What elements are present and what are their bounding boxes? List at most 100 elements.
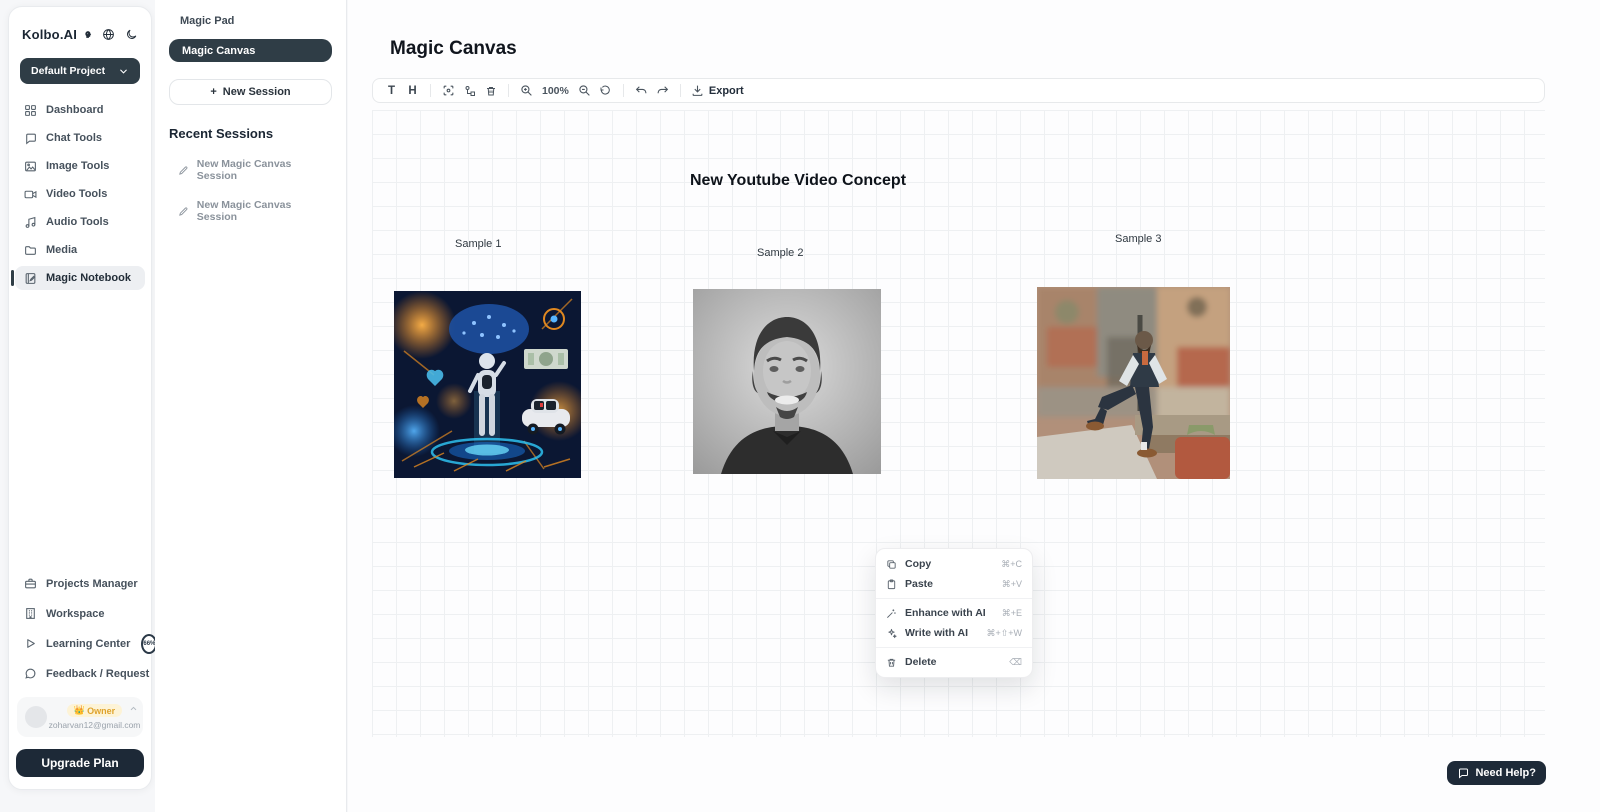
reset-view-button[interactable] bbox=[595, 81, 616, 100]
canvas-heading-text[interactable]: New Youtube Video Concept bbox=[690, 172, 906, 190]
menu-shortcut: ⌘+⇧+W bbox=[986, 628, 1022, 639]
clipboard-icon bbox=[886, 579, 897, 590]
new-session-label: New Session bbox=[223, 86, 291, 98]
help-chat-icon bbox=[1457, 767, 1469, 779]
avatar bbox=[25, 706, 47, 728]
crown-icon: 👑 bbox=[74, 705, 85, 716]
nav-label: Media bbox=[46, 244, 77, 256]
tab-magic-canvas[interactable]: Magic Canvas bbox=[169, 39, 332, 62]
nav-label: Dashboard bbox=[46, 104, 103, 116]
nav-label: Chat Tools bbox=[46, 132, 102, 144]
ai-select-tool-button[interactable] bbox=[438, 81, 459, 100]
notebook-pen-icon bbox=[24, 272, 37, 285]
upgrade-plan-button[interactable]: Upgrade Plan bbox=[16, 749, 144, 777]
heading-tool-button[interactable]: H bbox=[402, 81, 423, 100]
media-folder-icon bbox=[24, 244, 37, 257]
toolbar-divider bbox=[680, 84, 681, 97]
sidebar-item-video-tools[interactable]: Video Tools bbox=[15, 182, 145, 206]
need-help-button[interactable]: Need Help? bbox=[1447, 761, 1546, 785]
dark-mode-moon-icon[interactable] bbox=[125, 28, 138, 41]
sidebar-item-projects-manager[interactable]: Projects Manager bbox=[15, 572, 145, 595]
menu-label: Enhance with AI bbox=[905, 607, 986, 619]
sidebar-item-dashboard[interactable]: Dashboard bbox=[15, 98, 145, 122]
trash-icon bbox=[485, 85, 497, 97]
sample-image-3[interactable] bbox=[1037, 287, 1230, 479]
menu-label: Write with AI bbox=[905, 627, 968, 639]
active-indicator bbox=[11, 270, 14, 286]
user-email: zoharvan12@gmail.com bbox=[49, 720, 141, 730]
sidebar-item-magic-notebook[interactable]: Magic Notebook bbox=[15, 266, 145, 290]
nav-label: Workspace bbox=[46, 608, 105, 620]
sidebar-nav: Dashboard Chat Tools Image Tools Video T… bbox=[9, 98, 151, 290]
delete-tool-button[interactable] bbox=[480, 81, 501, 100]
download-icon bbox=[691, 84, 704, 97]
sidebar-item-feedback-request[interactable]: Feedback / Request bbox=[15, 662, 145, 685]
canvas-toolbar: T H 100% Export bbox=[372, 78, 1545, 103]
context-menu-enhance-with-ai[interactable]: Enhance with AI ⌘+E bbox=[876, 603, 1032, 623]
plus-icon: + bbox=[210, 86, 216, 98]
app-sidebar: Kolbo.AI Default Project Dashboard Chat … bbox=[8, 6, 152, 790]
canvas-grid[interactable]: New Youtube Video Concept Sample 1 Sampl… bbox=[372, 110, 1545, 737]
session-panel: Magic Pad Magic Canvas + New Session Rec… bbox=[155, 0, 347, 812]
sample-3-label[interactable]: Sample 3 bbox=[1115, 233, 1161, 245]
briefcase-icon bbox=[24, 577, 37, 590]
menu-label: Paste bbox=[905, 578, 933, 590]
session-name: New Magic Canvas Session bbox=[197, 199, 332, 223]
text-tool-button[interactable]: T bbox=[381, 81, 402, 100]
nav-label: Feedback / Request bbox=[46, 668, 149, 680]
redo-button[interactable] bbox=[652, 81, 673, 100]
sample-2-label[interactable]: Sample 2 bbox=[757, 247, 803, 259]
language-globe-icon[interactable] bbox=[102, 28, 115, 41]
undo-icon bbox=[635, 84, 648, 97]
nav-label: Magic Notebook bbox=[46, 272, 131, 284]
context-menu-copy[interactable]: Copy ⌘+C bbox=[876, 554, 1032, 574]
owner-badge-label: Owner bbox=[87, 706, 115, 716]
toolbar-divider bbox=[430, 84, 431, 97]
sparkles-icon bbox=[886, 628, 897, 639]
user-menu-caret-icon[interactable] bbox=[129, 704, 138, 713]
context-menu-paste[interactable]: Paste ⌘+V bbox=[876, 574, 1032, 594]
export-button[interactable]: Export bbox=[688, 81, 747, 100]
undo-button[interactable] bbox=[631, 81, 652, 100]
app-logo: Kolbo.AI bbox=[22, 27, 77, 42]
sample-image-2[interactable] bbox=[693, 289, 881, 474]
chat-icon bbox=[24, 132, 37, 145]
context-menu-write-with-ai[interactable]: Write with AI ⌘+⇧+W bbox=[876, 623, 1032, 643]
sidebar-item-chat-tools[interactable]: Chat Tools bbox=[15, 126, 145, 150]
sidebar-item-audio-tools[interactable]: Audio Tools bbox=[15, 210, 145, 234]
new-session-button[interactable]: + New Session bbox=[169, 79, 332, 105]
nav-label: Video Tools bbox=[46, 188, 107, 200]
sidebar-item-learning-center[interactable]: Learning Center 66% bbox=[15, 632, 145, 655]
context-menu-delete[interactable]: Delete ⌫ bbox=[876, 652, 1032, 672]
sample-image-1[interactable] bbox=[394, 291, 581, 478]
brain-head-icon bbox=[84, 27, 92, 42]
sidebar-item-media[interactable]: Media bbox=[15, 238, 145, 262]
menu-label: Delete bbox=[905, 656, 937, 668]
sidebar-item-image-tools[interactable]: Image Tools bbox=[15, 154, 145, 178]
toolbar-divider bbox=[508, 84, 509, 97]
zoom-out-button[interactable] bbox=[574, 81, 595, 100]
zoom-in-button[interactable] bbox=[516, 81, 537, 100]
nav-label: Learning Center bbox=[46, 638, 130, 650]
sample-1-label[interactable]: Sample 1 bbox=[455, 238, 501, 250]
zoom-out-icon bbox=[578, 84, 591, 97]
toolbar-divider bbox=[623, 84, 624, 97]
session-list-item[interactable]: New Magic Canvas Session bbox=[169, 158, 332, 182]
magic-wand-icon bbox=[886, 608, 897, 619]
menu-divider bbox=[876, 598, 1032, 599]
tab-magic-pad[interactable]: Magic Pad bbox=[169, 15, 332, 27]
rotate-icon bbox=[599, 85, 611, 97]
project-selector[interactable]: Default Project bbox=[20, 58, 140, 84]
sidebar-bottom-nav: Projects Manager Workspace Learning Cent… bbox=[9, 572, 151, 685]
session-list-item[interactable]: New Magic Canvas Session bbox=[169, 199, 332, 223]
sidebar-item-workspace[interactable]: Workspace bbox=[15, 602, 145, 625]
portrait-illustration bbox=[693, 289, 881, 474]
scan-select-icon bbox=[442, 84, 455, 97]
zoom-in-icon bbox=[520, 84, 533, 97]
dashboard-grid-icon bbox=[24, 104, 37, 117]
chevron-down-icon bbox=[118, 66, 129, 77]
connector-tool-button[interactable] bbox=[459, 81, 480, 100]
project-selector-label: Default Project bbox=[31, 65, 105, 77]
user-account-box[interactable]: 👑 Owner zoharvan12@gmail.com bbox=[17, 697, 143, 737]
export-label: Export bbox=[709, 85, 744, 97]
